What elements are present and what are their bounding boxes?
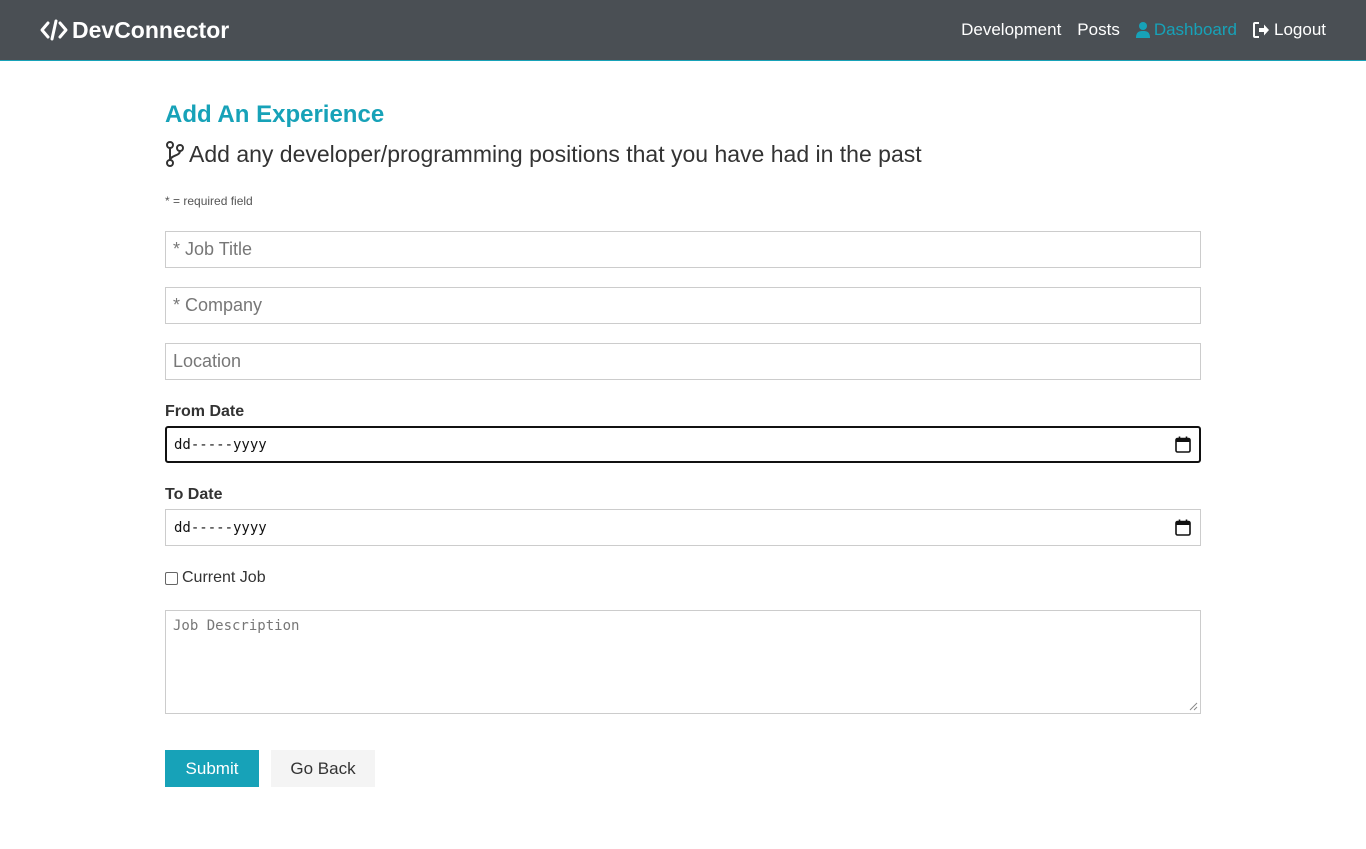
calendar-icon[interactable] bbox=[1175, 436, 1191, 453]
resize-handle-icon[interactable] bbox=[1189, 702, 1198, 711]
nav-link-development[interactable]: Development bbox=[961, 20, 1061, 40]
nav-link-label: Posts bbox=[1077, 20, 1120, 39]
go-back-button[interactable]: Go Back bbox=[271, 750, 375, 787]
brand-link[interactable]: DevConnector bbox=[40, 17, 229, 44]
page-lead-text: Add any developer/programming positions … bbox=[189, 141, 922, 167]
required-note: * = required field bbox=[165, 194, 253, 208]
brand-name: DevConnector bbox=[72, 16, 230, 43]
to-date-label: To Date bbox=[165, 486, 223, 503]
main-container: Add An Experience Add any developer/prog… bbox=[165, 61, 1201, 787]
nav-link-label: Development bbox=[961, 20, 1062, 39]
nav-link-posts[interactable]: Posts bbox=[1077, 20, 1120, 40]
navbar: DevConnector Development Posts Dashboard… bbox=[0, 0, 1366, 61]
job-description-placeholder: Job Description bbox=[173, 618, 300, 634]
current-job-label: Current Job bbox=[182, 569, 266, 586]
calendar-icon[interactable] bbox=[1175, 519, 1191, 536]
code-branch-icon bbox=[166, 141, 184, 167]
user-icon bbox=[1135, 22, 1150, 38]
nav-links: Development Posts Dashboard Logout bbox=[961, 20, 1326, 40]
nav-link-label: Dashboard bbox=[1153, 20, 1237, 39]
from-date-value: dd-----yyyy bbox=[174, 436, 267, 453]
sign-out-icon bbox=[1253, 22, 1269, 38]
submit-button[interactable]: Submit bbox=[165, 750, 259, 787]
to-date-value: dd-----yyyy bbox=[174, 519, 267, 536]
company-input[interactable]: * Company bbox=[165, 287, 1201, 324]
page-title: Add An Experience bbox=[165, 101, 385, 128]
nav-link-dashboard[interactable]: Dashboard bbox=[1135, 20, 1237, 40]
current-job-row[interactable]: Current Job bbox=[165, 569, 1201, 587]
job-description-textarea[interactable]: Job Description bbox=[165, 610, 1201, 714]
experience-form: * Job Title * Company Location From Date… bbox=[165, 231, 1201, 787]
form-buttons: Submit Go Back bbox=[165, 750, 1201, 787]
job-title-input[interactable]: * Job Title bbox=[165, 231, 1201, 268]
code-icon bbox=[40, 19, 68, 41]
current-job-checkbox[interactable] bbox=[165, 571, 178, 585]
location-input[interactable]: Location bbox=[165, 343, 1201, 380]
nav-link-label: Logout bbox=[1274, 20, 1326, 39]
from-date-input[interactable]: dd-----yyyy bbox=[165, 426, 1201, 463]
from-date-label: From Date bbox=[165, 403, 245, 420]
to-date-input[interactable]: dd-----yyyy bbox=[165, 509, 1201, 546]
nav-link-logout[interactable]: Logout bbox=[1253, 20, 1326, 40]
page-lead: Add any developer/programming positions … bbox=[165, 140, 1201, 168]
